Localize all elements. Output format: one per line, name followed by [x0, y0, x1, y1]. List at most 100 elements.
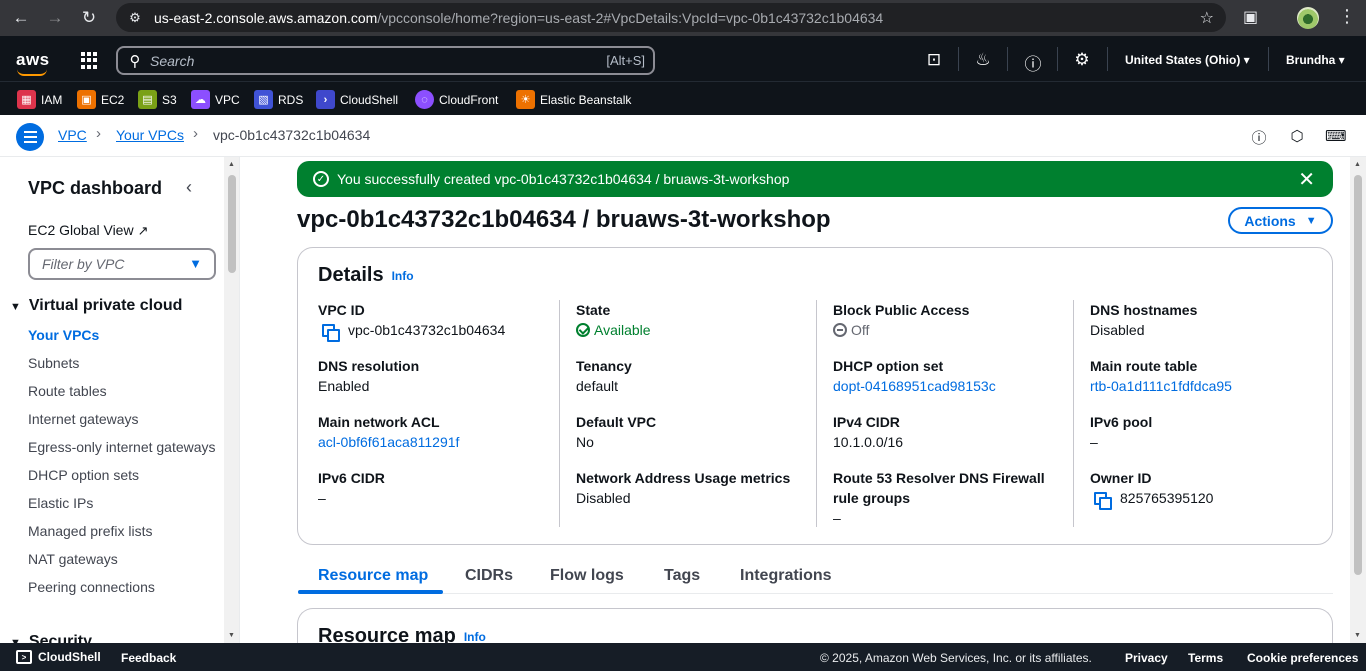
search-input[interactable]: ⚲ Search [Alt+S] — [116, 46, 655, 75]
ipv6-pool-value: – — [1090, 434, 1098, 450]
aws-top-nav: aws ⚲ Search [Alt+S] ⊡ ♨ ⓘ ⚙ United Stat… — [0, 36, 1366, 81]
sidebar-item-peering-connections[interactable]: Peering connections — [28, 577, 218, 597]
route53-resolver-label-line2: rule groups — [833, 490, 911, 506]
sidebar-scrollbar[interactable]: ▲ ▼ — [224, 157, 240, 643]
sidebar-item-subnets[interactable]: Subnets — [28, 353, 218, 373]
sidebar-item-route-tables[interactable]: Route tables — [28, 381, 218, 401]
tab-tags[interactable]: Tags — [664, 567, 700, 585]
sidebar-item-elastic-ips[interactable]: Elastic IPs — [28, 493, 218, 513]
favorite-iam[interactable]: ▦ IAM — [17, 90, 62, 109]
owner-id-value: 825765395120 — [1120, 490, 1214, 506]
tab-cidrs[interactable]: CIDRs — [465, 567, 513, 585]
sidebar-collapse-icon[interactable]: ‹ — [186, 177, 192, 198]
vpc-id-label: VPC ID — [318, 302, 365, 318]
forward-arrow-icon[interactable]: → — [42, 5, 68, 31]
tab-integrations[interactable]: Integrations — [740, 567, 832, 585]
block-public-access-value: Off — [851, 322, 870, 338]
favorite-rds[interactable]: ▧ RDS — [254, 90, 303, 109]
copy-icon[interactable] — [322, 324, 340, 343]
details-info-link[interactable]: Info — [392, 269, 414, 283]
help-icon[interactable]: ⓘ — [1022, 50, 1044, 75]
caret-down-icon: ▼ — [189, 256, 202, 271]
flash-message: You successfully created vpc-0b1c43732c1… — [337, 171, 790, 187]
bookmark-star-icon[interactable]: ☆ — [1200, 8, 1214, 28]
details-column-1: VPC ID vpc-0b1c43732c1b04634 DNS resolut… — [298, 300, 555, 527]
breadcrumb-your-vpcs[interactable]: Your VPCs — [116, 127, 184, 143]
feedback-screen-icon[interactable]: ⌨ — [1325, 127, 1347, 145]
aws-logo[interactable]: aws — [16, 50, 50, 76]
sidebar-item-dhcp-option-sets[interactable]: DHCP option sets — [28, 465, 218, 485]
tab-flow-logs[interactable]: Flow logs — [550, 567, 624, 585]
main-route-table-link[interactable]: rtb-0a1d111c1fdfdca95 — [1090, 376, 1232, 396]
extensions-icon[interactable]: ▣ — [1243, 7, 1258, 27]
hexagon-settings-icon[interactable]: ⬡ — [1288, 127, 1306, 145]
filter-by-vpc-select[interactable]: Filter by VPC ▼ — [28, 248, 216, 280]
route53-resolver-label: Route 53 Resolver DNS Firewall — [833, 470, 1045, 486]
dhcp-option-set-link[interactable]: dopt-04168951cad98153c — [833, 376, 996, 396]
favorite-cloudshell[interactable]: › CloudShell — [316, 90, 398, 109]
main-network-acl-link[interactable]: acl-0bf6f61aca811291f — [318, 432, 459, 452]
resource-map-info-link[interactable]: Info — [464, 630, 486, 644]
sidebar-item-egress-only-internet-gateways[interactable]: Egress-only internet gateways — [28, 437, 218, 457]
favorite-ec2[interactable]: ▣ EC2 — [77, 90, 124, 109]
default-vpc-label: Default VPC — [576, 414, 657, 430]
profile-avatar[interactable] — [1297, 7, 1319, 29]
reload-icon[interactable]: ↻ — [76, 5, 102, 31]
sidebar-item-nat-gateways[interactable]: NAT gateways — [28, 549, 218, 569]
breadcrumb-chevron-icon: › — [96, 125, 101, 142]
tab-resource-map[interactable]: Resource map — [318, 567, 428, 585]
dhcp-option-set-label: DHCP option set — [833, 358, 944, 374]
sidebar-list: Your VPCs Subnets Route tables Internet … — [28, 325, 218, 605]
details-panel: Details Info VPC ID vpc-0b1c43732c1b04634… — [297, 247, 1333, 545]
footer-cookie-preferences-link[interactable]: Cookie preferences — [1247, 651, 1358, 665]
address-bar[interactable]: ⚙ us-east-2.console.aws.amazon.com/vpcco… — [116, 3, 1226, 32]
back-arrow-icon[interactable]: ← — [8, 5, 34, 31]
site-info-icon[interactable]: ⚙ — [120, 10, 150, 26]
footer-cloudshell-button[interactable]: > CloudShell — [16, 650, 101, 664]
route53-resolver-value: – — [833, 510, 841, 526]
close-icon[interactable]: ✕ — [1298, 167, 1315, 192]
sidebar-title: VPC dashboard — [28, 178, 163, 198]
network-address-usage-value: Disabled — [576, 490, 631, 506]
sidebar-item-internet-gateways[interactable]: Internet gateways — [28, 409, 218, 429]
notifications-bell-icon[interactable]: ♨ — [972, 50, 994, 70]
copy-icon[interactable] — [1094, 492, 1112, 511]
breadcrumb-chevron-icon: › — [193, 125, 198, 142]
dns-resolution-label: DNS resolution — [318, 358, 420, 374]
actions-button[interactable]: Actions ▼ — [1228, 207, 1333, 234]
menu-hamburger-icon[interactable] — [16, 123, 44, 151]
sidebar-ec2-global-view[interactable]: EC2 Global View ↗ — [28, 222, 148, 239]
beanstalk-icon: ☀ — [516, 90, 535, 109]
active-tab-indicator — [298, 590, 443, 594]
sidebar-section-virtual-private-cloud[interactable]: ▼ Virtual private cloud — [10, 297, 182, 315]
details-column-2: State Available Tenancy default Default … — [559, 300, 816, 527]
region-selector[interactable]: United States (Ohio) ▾ — [1125, 53, 1250, 67]
main-network-acl-label: Main network ACL — [318, 414, 440, 430]
search-shortcut: [Alt+S] — [606, 53, 645, 68]
breadcrumb-vpc[interactable]: VPC — [58, 127, 87, 143]
network-address-usage-label: Network Address Usage metrics — [576, 470, 791, 486]
footer-terms-link[interactable]: Terms — [1188, 651, 1223, 665]
sidebar-item-your-vpcs[interactable]: Your VPCs — [28, 325, 218, 345]
footer-feedback-link[interactable]: Feedback — [121, 651, 176, 665]
sidebar-section-security[interactable]: ▼ Security — [10, 633, 92, 643]
address-url[interactable]: us-east-2.console.aws.amazon.com/vpccons… — [154, 10, 883, 26]
cloudshell-terminal-icon[interactable]: ⊡ — [923, 50, 945, 70]
ipv6-cidr-label: IPv6 CIDR — [318, 470, 385, 486]
settings-gear-icon[interactable]: ⚙ — [1071, 50, 1093, 70]
tenancy-value: default — [576, 378, 619, 394]
browser-toolbar: ← → ↻ ⚙ us-east-2.console.aws.amazon.com… — [0, 0, 1366, 36]
favorite-elastic-beanstalk[interactable]: ☀ Elastic Beanstalk — [516, 90, 631, 109]
info-panel-icon[interactable]: ⓘ — [1250, 127, 1268, 147]
browser-menu-icon[interactable]: ⋮ — [1338, 6, 1356, 27]
account-menu[interactable]: Brundha ▾ — [1286, 53, 1345, 67]
favorite-cloudfront[interactable]: ◌ CloudFront — [415, 90, 498, 109]
sidebar-item-managed-prefix-lists[interactable]: Managed prefix lists — [28, 521, 218, 541]
state-value: Available — [594, 322, 651, 338]
services-grid-icon[interactable] — [81, 52, 98, 69]
favorite-vpc[interactable]: ☁ VPC — [191, 90, 240, 109]
favorite-s3[interactable]: ▤ S3 — [138, 90, 177, 109]
footer-privacy-link[interactable]: Privacy — [1125, 651, 1168, 665]
main-scrollbar[interactable]: ▲ ▼ — [1350, 157, 1366, 643]
sidebar: VPC dashboard ‹ EC2 Global View ↗ Filter … — [0, 157, 224, 643]
